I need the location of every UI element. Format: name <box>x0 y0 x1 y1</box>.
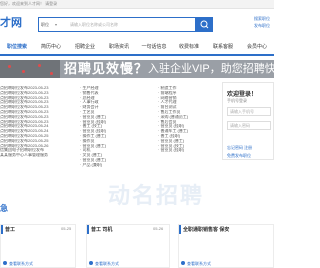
site-logo[interactable]: 才网 <box>0 13 22 33</box>
job-link-item[interactable]: · 产品 (兼职) <box>80 163 128 168</box>
nav-item-job-search[interactable]: 职位搜索 <box>0 40 34 54</box>
job-card-contact[interactable]: 查看联系方式 <box>9 261 33 267</box>
card-accent <box>87 225 89 234</box>
job-card-contact[interactable]: 查看联系方式 <box>187 261 211 267</box>
job-card-date: 05-25 <box>61 226 72 231</box>
nav-item-one-line[interactable]: 一句话信息 <box>136 40 172 54</box>
phone-input[interactable]: 请输入手机号 <box>227 107 271 116</box>
job-card[interactable]: 普工 司机 05-26 查看联系方式 <box>86 224 170 268</box>
top-bar: 您好，欢迎来到人才网！ 请登录 <box>0 0 274 9</box>
nav-item-companies[interactable]: 招聘企业 <box>68 40 102 54</box>
promo-banner[interactable]: 招聘见效慢？ 入驻企业VIP，助您招聘快人一步 <box>0 60 274 78</box>
job-card-contact[interactable]: 查看联系方式 <box>95 261 119 267</box>
banner-headline: 招聘见效慢？ <box>64 61 149 76</box>
card-accent <box>179 225 181 234</box>
nav-item-resume[interactable]: 简历中心 <box>34 40 68 54</box>
search-input[interactable]: 请输入职位名称或公司名称 <box>70 18 118 31</box>
search-button[interactable] <box>196 17 213 32</box>
section-title: 急 <box>0 204 8 213</box>
chevron-down-icon: ▾ <box>55 22 58 27</box>
password-input[interactable]: 请输入密码 <box>227 121 271 130</box>
login-panel: 欢迎登录！ 手机号登录 请输入手机号 请输入密码 忘记密码 注册 免费发布职位 <box>222 82 274 160</box>
job-link-item[interactable]: · 营业员 (挂职) <box>158 148 214 153</box>
job-card-title: 普工 司机 <box>91 227 113 233</box>
job-card-date: 05-26 <box>153 226 164 231</box>
banner-subtext: 入驻企业VIP，助您招聘快人一步 <box>148 63 274 75</box>
login-subtitle: 手机号登录 <box>227 98 247 103</box>
contact-icon <box>181 261 185 265</box>
job-card[interactable]: 普工 05-25 查看联系方式 <box>0 224 76 268</box>
main-nav: 职位搜索 简历中心 招聘企业 职场资讯 一句话信息 收费标准 联系客服 会员中心 <box>0 40 274 56</box>
recent-posts-list: 点招聘职位发布2023-05-23 点招聘职位发布2023-05-23 点招聘职位发… <box>0 86 76 158</box>
nav-item-member[interactable]: 会员中心 <box>240 40 274 54</box>
card-accent <box>1 225 3 234</box>
recent-post-item[interactable]: 某某服务中心人事管理服务 <box>0 153 76 158</box>
login-links[interactable]: 忘记密码 注册 <box>227 145 252 151</box>
login-title: 欢迎登录！ <box>227 92 258 98</box>
banner-decoration <box>0 60 60 78</box>
top-bar-text: 您好，欢迎来到人才网！ 请登录 <box>0 1 58 6</box>
free-post-link[interactable]: 免费发布职位 <box>227 153 251 159</box>
job-links-col-1: · 生产经理 · 销售代表 · 总经理 · 人事行政 · 财务会计 · 工艺员 · 营业员 … <box>80 86 128 168</box>
watermark: 动名招聘 <box>108 184 205 209</box>
nav-item-support[interactable]: 联系客服 <box>206 40 240 54</box>
contact-icon <box>89 261 93 265</box>
job-links-col-2: · 制造工作 · 前端程序 · 网络营销 · 人才代理 · 前台测试 · 售后工作员 · 采… <box>158 86 214 153</box>
job-card[interactable]: 全职通职销售客 保安 查看联系方式 <box>178 224 274 268</box>
post-job-link[interactable]: 发布职位 <box>254 23 274 29</box>
job-card-title: 全职通职销售客 保安 <box>183 227 230 233</box>
search-icon <box>200 20 209 29</box>
contact-icon <box>3 261 7 265</box>
search-jobs-link[interactable]: 搜索职位 <box>254 16 274 22</box>
job-card-title: 普工 <box>5 227 16 233</box>
nav-item-pricing[interactable]: 收费标准 <box>172 40 206 54</box>
search-box[interactable]: 职位 ▾ 请输入职位名称或公司名称 <box>38 17 196 32</box>
nav-item-news[interactable]: 职场资讯 <box>102 40 136 54</box>
